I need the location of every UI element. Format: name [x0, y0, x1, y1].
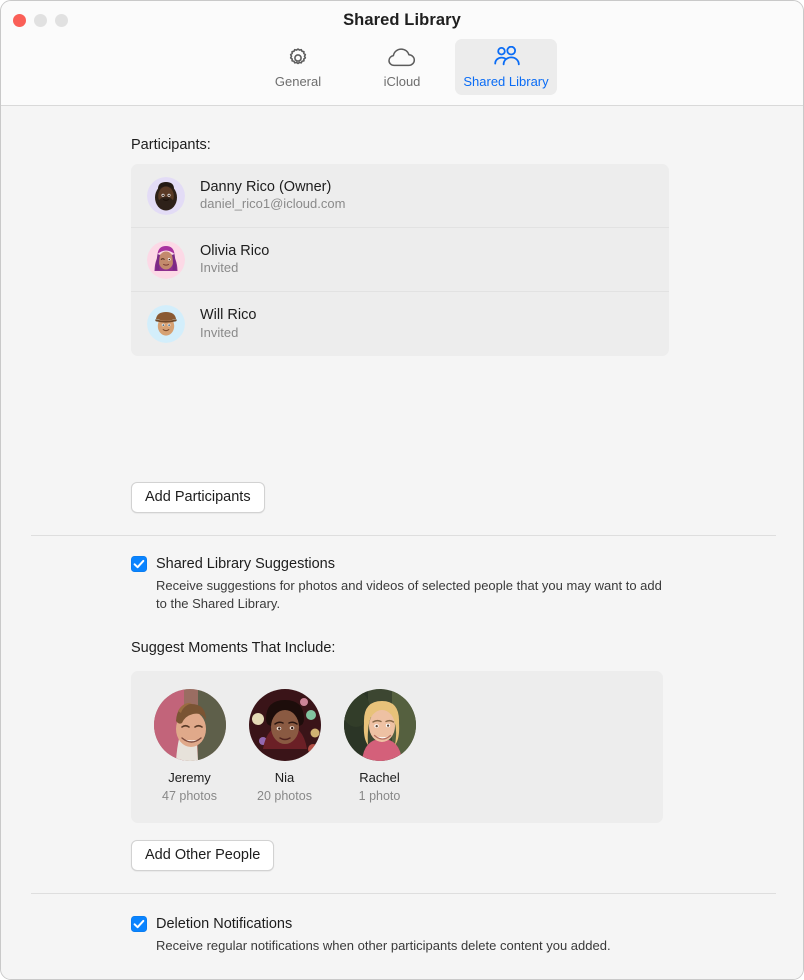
preferences-content: Participants: Danny Rico (Owner) daniel_… [1, 106, 803, 979]
window-title: Shared Library [343, 11, 461, 29]
list-item[interactable]: Jeremy 47 photos [149, 689, 230, 804]
person-name: Nia [274, 770, 295, 785]
table-row[interactable]: Will Rico Invited [131, 292, 669, 356]
section-divider [31, 535, 776, 536]
tab-icloud[interactable]: iCloud [351, 39, 453, 95]
people-icon [491, 45, 521, 71]
person-photo-count: 1 photo [358, 788, 401, 803]
person-photo-nia [248, 689, 321, 761]
preferences-window: Shared Library General iCloud Shared Lib… [0, 0, 804, 980]
avatar [147, 240, 185, 279]
add-participants-button[interactable]: Add Participants [131, 482, 265, 513]
suggested-people-list: Jeremy 47 photos Nia 20 photos Rachel 1 … [131, 671, 663, 823]
tab-shared-library-label: Shared Library [463, 74, 549, 89]
shared-library-suggestions-section: Shared Library Suggestions Receive sugge… [131, 556, 666, 612]
participants-heading: Participants: [131, 137, 211, 153]
deletion-notifications-checkbox[interactable] [131, 916, 147, 932]
participant-info: Will Rico Invited [200, 307, 256, 341]
deletion-notifications-description: Receive regular notifications when other… [156, 938, 611, 953]
avatar [147, 176, 185, 215]
table-row[interactable]: Danny Rico (Owner) daniel_rico1@icloud.c… [131, 164, 669, 228]
participant-name: Olivia Rico [200, 242, 270, 259]
avatar [147, 305, 185, 343]
gear-icon [286, 45, 310, 71]
person-photo-jeremy [153, 689, 226, 761]
add-other-people-button[interactable]: Add Other People [131, 840, 275, 871]
person-name: Rachel [359, 770, 400, 785]
tab-shared-library[interactable]: Shared Library [455, 39, 557, 95]
participant-name: Will Rico [200, 307, 257, 324]
person-photo-rachel [343, 689, 416, 761]
participant-info: Olivia Rico Invited [200, 243, 269, 277]
person-name: Jeremy [168, 770, 211, 785]
table-row[interactable]: Olivia Rico Invited [131, 228, 669, 292]
participant-info: Danny Rico (Owner) daniel_rico1@icloud.c… [200, 179, 345, 213]
tab-general[interactable]: General [247, 39, 349, 95]
tab-icloud-label: iCloud [383, 74, 421, 89]
preference-tabs: General iCloud Shared Library [1, 39, 803, 95]
list-item[interactable]: Nia 20 photos [244, 689, 325, 804]
suggested-people-strip: Jeremy 47 photos Nia 20 photos Rachel 1 … [131, 671, 663, 804]
participant-detail: daniel_rico1@icloud.com [200, 196, 346, 212]
participant-detail: Invited [200, 324, 239, 340]
person-photo-count: 47 photos [162, 788, 217, 803]
person-photo-count: 20 photos [257, 788, 312, 803]
deletion-notifications-row[interactable]: Deletion Notifications [131, 916, 611, 932]
section-divider [31, 893, 776, 894]
deletion-notifications-section: Deletion Notifications Receive regular n… [131, 916, 611, 955]
tab-general-label: General [274, 74, 322, 89]
shared-library-suggestions-checkbox[interactable] [131, 556, 147, 572]
shared-library-suggestions-row[interactable]: Shared Library Suggestions [131, 556, 666, 572]
participants-list: Danny Rico (Owner) daniel_rico1@icloud.c… [131, 164, 669, 356]
shared-library-suggestions-label: Shared Library Suggestions [156, 556, 335, 572]
participant-detail: Invited [200, 260, 239, 276]
list-item[interactable]: Rachel 1 photo [339, 689, 420, 804]
participant-name: Danny Rico (Owner) [200, 178, 332, 195]
suggest-moments-heading: Suggest Moments That Include: [131, 640, 336, 656]
deletion-notifications-label: Deletion Notifications [156, 916, 293, 932]
window-toolbar: Shared Library General iCloud Shared Lib… [1, 1, 803, 106]
cloud-icon [387, 45, 417, 71]
shared-library-suggestions-description: Receive suggestions for photos and video… [156, 578, 662, 611]
